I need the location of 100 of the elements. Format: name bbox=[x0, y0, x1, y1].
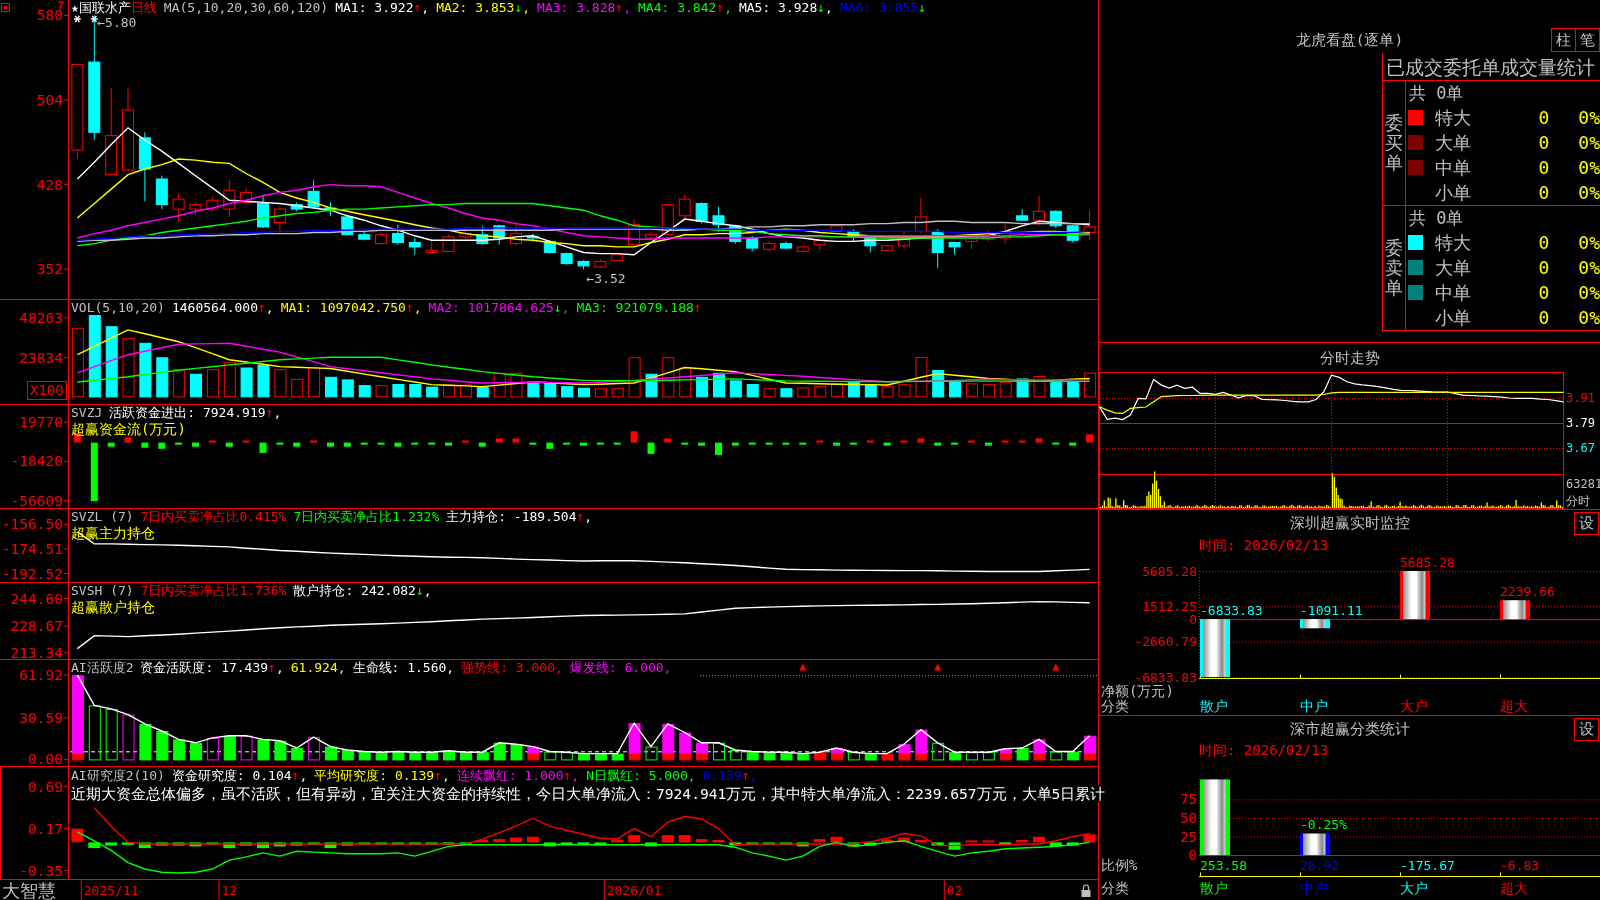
trend-arrow: ↓, bbox=[817, 0, 833, 15]
order-type: 小单 bbox=[1435, 307, 1471, 328]
axis-label: -18420 bbox=[10, 453, 63, 470]
indicator-name: AI研究度2(10) bbox=[71, 768, 165, 783]
order-percent: 0% bbox=[1578, 182, 1600, 203]
axis-label: 0.00 bbox=[28, 751, 63, 766]
axis-label: 3.79 bbox=[1566, 416, 1595, 430]
indicator-title: 超赢主力持仓 bbox=[71, 525, 155, 541]
order-count: 0 bbox=[1538, 232, 1550, 253]
axis-label: -56609 bbox=[10, 492, 63, 508]
category-label: 中户 bbox=[1300, 880, 1328, 896]
order-percent: 0% bbox=[1578, 107, 1600, 128]
ratio-label: 253.58 bbox=[1200, 857, 1247, 873]
indicator-value: MA1: 3.922 bbox=[335, 0, 414, 15]
axis-label: 213.34 bbox=[10, 644, 63, 659]
indicator-value: N日飘红: 5.000, bbox=[586, 768, 696, 783]
order-type: 大单 bbox=[1435, 132, 1471, 153]
axis-label: 19770 bbox=[19, 414, 63, 431]
order-count: 0 bbox=[1538, 257, 1550, 278]
indicator-value: 强势线: 3.000, bbox=[461, 660, 563, 675]
axis-label: 0 bbox=[1189, 611, 1197, 627]
analysis-text: 近期大资金总体偏多，虽不活跃，但有异动，宜关注大资金的持续性，今日大单净流入：7924.941万元，其中特大单净流入：2239.657万元，大单5日累计 bbox=[71, 785, 1106, 802]
indicator-value: 爆发线: 6.000, bbox=[569, 660, 672, 675]
indicator-value: 61.924, bbox=[290, 660, 346, 675]
trend-arrow: ↑, bbox=[716, 0, 732, 15]
indicator-value: 资金研究度: 0.104 bbox=[171, 768, 292, 783]
trend-arrow: ↑, bbox=[434, 768, 450, 783]
order-percent: 0% bbox=[1578, 157, 1600, 178]
panel-title: 深市超赢分类统计 bbox=[1289, 720, 1410, 738]
indicator-value: MA1: 1097042.750 bbox=[280, 300, 406, 315]
axis-label: -6833.83 bbox=[1134, 669, 1197, 685]
trend-arrow: ↑, bbox=[413, 0, 430, 15]
category-label: 大户 bbox=[1400, 880, 1428, 896]
star-icon: ★ bbox=[71, 0, 79, 15]
indicator-value: 1460564.000 bbox=[171, 300, 258, 315]
order-count: 0 bbox=[1538, 182, 1550, 203]
trend-arrow: ↑, bbox=[405, 300, 422, 315]
order-percent: 0% bbox=[1578, 282, 1600, 303]
ratio-label: 28.92 bbox=[1300, 857, 1340, 873]
axis-label: 3.67 bbox=[1566, 441, 1595, 455]
axis-title: 分类 bbox=[1101, 880, 1129, 896]
order-count: 0 bbox=[1538, 157, 1550, 178]
axis-label: 48263 bbox=[19, 309, 63, 326]
indicator-name: MA(5,10,20,30,60,120) bbox=[163, 0, 329, 15]
axis-label: 50 bbox=[1180, 810, 1197, 826]
axis-label: 61.92 bbox=[19, 667, 63, 684]
date-label: 2026/01 bbox=[606, 882, 662, 898]
axis-label: -0.35 bbox=[19, 862, 63, 879]
indicator-name: SVSH (7) bbox=[71, 583, 134, 598]
axis-label: -156.50 bbox=[1, 516, 63, 533]
axis-label: -2660.79 bbox=[1134, 634, 1197, 650]
indicator-value: MA5: 3.928 bbox=[738, 0, 818, 15]
group-label: 委卖单 bbox=[1385, 238, 1403, 298]
category-label: 散户 bbox=[1200, 698, 1228, 714]
order-percent: 0% bbox=[1578, 307, 1600, 328]
period-label: 日线 bbox=[130, 0, 157, 15]
category-label: 散户 bbox=[1200, 880, 1228, 896]
order-type: 中单 bbox=[1435, 282, 1471, 303]
category-label: 中户 bbox=[1300, 698, 1328, 714]
category-label: 大户 bbox=[1400, 698, 1428, 714]
category-label: 超大 bbox=[1500, 698, 1528, 714]
timestamp: 时间: 2026/02/13 bbox=[1199, 742, 1329, 758]
indicator-value: 7日内买卖净占比1.232% bbox=[293, 509, 440, 524]
unit-label: 分时 bbox=[1566, 494, 1590, 508]
indicator-value: 0.139 bbox=[702, 768, 742, 783]
axis-label: -192.52 bbox=[1, 565, 63, 582]
group-label: 委买单 bbox=[1385, 113, 1403, 173]
order-percent: 0% bbox=[1578, 232, 1600, 253]
order-total: 共 0单 bbox=[1409, 208, 1464, 228]
order-percent: 0% bbox=[1578, 132, 1600, 153]
order-count: 0 bbox=[1538, 107, 1550, 128]
trend-arrow: ↓, bbox=[553, 300, 570, 315]
indicator-value: 7日内买卖净占比1.736% bbox=[140, 583, 287, 598]
axis-label: 228.67 bbox=[10, 618, 63, 635]
ratio-label: -175.67 bbox=[1400, 857, 1455, 873]
indicator-name: AI活跃度2 bbox=[71, 660, 134, 675]
indicator-value: MA2: 3.853 bbox=[436, 0, 515, 15]
indicator-name: SVZL (7) bbox=[71, 509, 134, 524]
axis-title: 分类 bbox=[1101, 698, 1129, 714]
axis-label: 0.17 bbox=[28, 820, 63, 837]
indicator-value: 生命线: 1.560, bbox=[352, 660, 455, 675]
axis-label: 30.59 bbox=[19, 709, 63, 726]
bar-annotation: -0.25% bbox=[1300, 817, 1347, 832]
indicator-value: MA6: 3.855 bbox=[839, 0, 919, 15]
order-type: 特大 bbox=[1435, 232, 1471, 253]
date-label: 12 bbox=[221, 882, 238, 898]
trend-arrow: ↑, bbox=[741, 768, 758, 783]
axis-label: 352 bbox=[36, 261, 63, 278]
indicator-value: 主力持仓: -189.504 bbox=[446, 509, 577, 524]
trend-arrow: ↑, bbox=[615, 0, 631, 15]
indicator-value: 7日内买卖净占比0.415% bbox=[140, 509, 287, 524]
indicator-value: 活跃资金进出: 7924.919 bbox=[109, 405, 266, 420]
axis-label: 428 bbox=[36, 176, 63, 193]
indicator-value: 连续飘红: 1.000 bbox=[456, 768, 564, 783]
order-type: 小单 bbox=[1435, 182, 1471, 203]
indicator-title: 超赢资金流(万元) bbox=[71, 421, 186, 437]
table-title: 已成交委托单成交量统计 bbox=[1386, 55, 1595, 78]
trend-arrow: ↑ bbox=[693, 300, 702, 315]
order-type: 大单 bbox=[1435, 257, 1471, 278]
order-percent: 0% bbox=[1578, 257, 1600, 278]
